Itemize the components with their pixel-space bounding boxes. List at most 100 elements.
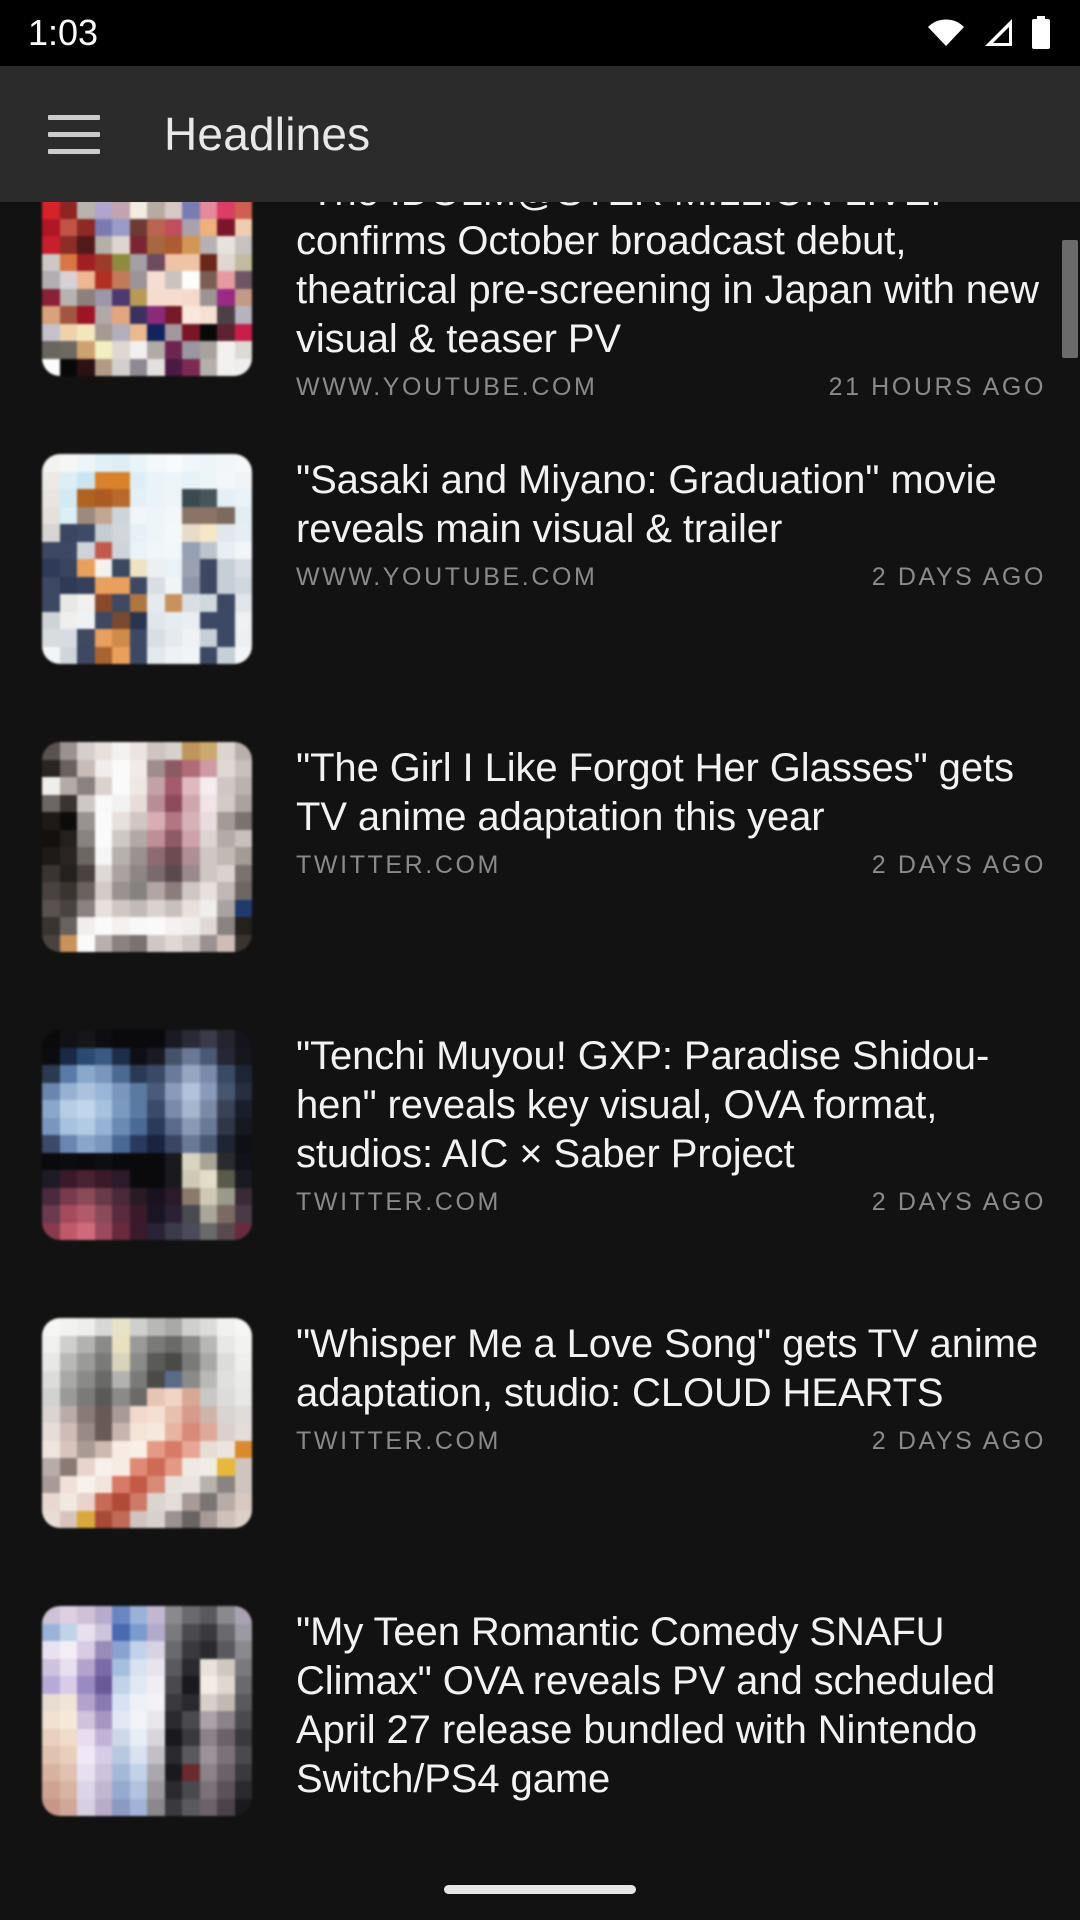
thumbnail-pixel: [199, 218, 217, 236]
thumbnail-pixel: [234, 506, 252, 524]
thumbnail-pixel: [77, 559, 95, 577]
thumbnail-pixel: [129, 559, 147, 577]
thumbnail-pixel: [164, 1658, 182, 1676]
thumbnail-pixel: [164, 1623, 182, 1641]
headlines-list[interactable]: "The IDOLM@STER MILLION LIVE!" confirms …: [0, 202, 1080, 1920]
thumbnail-pixel: [112, 1423, 130, 1441]
app-root: 1:03 Headlines confirms October broadcas…: [0, 0, 1080, 1920]
thumbnail-pixel: [164, 1763, 182, 1781]
article-list-item[interactable]: "Whisper Me a Love Song" gets TV anime a…: [0, 1292, 1080, 1580]
thumbnail-pixel: [182, 253, 200, 271]
thumbnail-pixel: [147, 777, 165, 795]
thumbnail-pixel: [199, 454, 217, 472]
thumbnail-pixel: [129, 1370, 147, 1388]
thumbnail-pixel: [147, 1658, 165, 1676]
thumbnail-pixel: [199, 1047, 217, 1065]
hamburger-menu-icon[interactable]: [22, 82, 126, 186]
thumbnail-pixel: [199, 899, 217, 917]
thumbnail-pixel: [129, 1763, 147, 1781]
article-headline[interactable]: "Sasaki and Miyano: Graduation" movie re…: [296, 456, 1046, 554]
thumbnail-pixel: [164, 742, 182, 760]
article-headline[interactable]: "The IDOLM@STER MILLION LIVE!" confirms …: [296, 202, 1046, 364]
article-timestamp: 2 DAYS AGO: [871, 851, 1046, 879]
thumbnail-pixel: [129, 323, 147, 341]
article-thumbnail[interactable]: [42, 742, 252, 952]
thumbnail-pixel: [199, 864, 217, 882]
thumbnail-pixel: [129, 271, 147, 289]
thumbnail-pixel: [129, 1065, 147, 1083]
thumbnail-pixel: [199, 1423, 217, 1441]
thumbnail-pixel: [147, 271, 165, 289]
thumbnail-pixel: [94, 1711, 112, 1729]
article-body: "The Girl I Like Forgot Her Glasses" get…: [296, 742, 1046, 880]
article-source: TWITTER.COM: [296, 1427, 501, 1455]
thumbnail-pixel: [199, 1475, 217, 1493]
article-thumbnail[interactable]: [42, 1030, 252, 1240]
thumbnail-pixel: [182, 934, 200, 952]
thumbnail-pixel: [164, 1353, 182, 1371]
thumbnail-pixel: [94, 812, 112, 830]
thumbnail-pixel: [147, 1746, 165, 1764]
thumbnail-pixel: [77, 1475, 95, 1493]
article-meta: WWW.YOUTUBE.COM 2 DAYS AGO: [296, 563, 1046, 592]
thumbnail-pixel: [94, 1135, 112, 1153]
thumbnail-pixel: [164, 1170, 182, 1188]
thumbnail-pixel: [217, 1641, 235, 1659]
article-thumbnail[interactable]: [42, 454, 252, 664]
thumbnail-pixel: [129, 306, 147, 324]
thumbnail-pixel: [147, 1676, 165, 1694]
thumbnail-pixel: [112, 1798, 130, 1816]
thumbnail-pixel: [129, 1187, 147, 1205]
thumbnail-pixel: [217, 759, 235, 777]
thumbnail-pixel: [94, 358, 112, 376]
thumbnail-pixel: [59, 1763, 77, 1781]
thumbnail-pixel: [164, 1711, 182, 1729]
article-list-item[interactable]: "The IDOLM@STER MILLION LIVE!" confirms …: [0, 202, 1080, 428]
thumbnail-pixel: [59, 1458, 77, 1476]
article-thumbnail[interactable]: [42, 202, 252, 376]
thumbnail-pixel: [234, 1798, 252, 1816]
article-list-item[interactable]: "Tenchi Muyou! GXP: Paradise Shidou-hen"…: [0, 1004, 1080, 1292]
thumbnail-pixel: [147, 1510, 165, 1528]
thumbnail-pixel: [182, 1065, 200, 1083]
thumbnail-pixel: [217, 524, 235, 542]
article-headline[interactable]: "Tenchi Muyou! GXP: Paradise Shidou-hen"…: [296, 1032, 1046, 1179]
thumbnail-pixel: [147, 1135, 165, 1153]
thumbnail-pixel: [77, 777, 95, 795]
thumbnail-pixel: [112, 1728, 130, 1746]
thumbnail-pixel: [59, 1065, 77, 1083]
article-list-item[interactable]: "The Girl I Like Forgot Her Glasses" get…: [0, 716, 1080, 1004]
thumbnail-pixel: [77, 1746, 95, 1764]
thumbnail-pixel: [77, 1170, 95, 1188]
thumbnail-pixel: [147, 253, 165, 271]
thumbnail-pixel: [234, 1728, 252, 1746]
thumbnail-pixel: [234, 1423, 252, 1441]
thumbnail-pixel: [59, 1318, 77, 1336]
thumbnail-pixel: [182, 506, 200, 524]
article-thumbnail[interactable]: [42, 1318, 252, 1528]
thumbnail-pixel: [94, 506, 112, 524]
thumbnail-pixel: [234, 629, 252, 647]
thumbnail-pixel: [182, 1711, 200, 1729]
article-list-item[interactable]: "My Teen Romantic Comedy SNAFU Climax" O…: [0, 1580, 1080, 1868]
thumbnail-pixel: [94, 1746, 112, 1764]
article-list-item[interactable]: "Sasaki and Miyano: Graduation" movie re…: [0, 428, 1080, 716]
thumbnail-pixel: [42, 1170, 60, 1188]
article-headline[interactable]: "My Teen Romantic Comedy SNAFU Climax" O…: [296, 1608, 1046, 1804]
thumbnail-pixel: [112, 777, 130, 795]
thumbnail-pixel: [217, 611, 235, 629]
article-headline[interactable]: "Whisper Me a Love Song" gets TV anime a…: [296, 1320, 1046, 1418]
thumbnail-pixel: [112, 742, 130, 760]
article-thumbnail[interactable]: [42, 1606, 252, 1816]
thumbnail-pixel: [147, 1458, 165, 1476]
thumbnail-pixel: [217, 506, 235, 524]
thumbnail-pixel: [129, 341, 147, 359]
thumbnail-pixel: [59, 829, 77, 847]
thumbnail-pixel: [112, 1711, 130, 1729]
thumbnail-pixel: [217, 1440, 235, 1458]
gesture-home-pill[interactable]: [444, 1884, 636, 1894]
thumbnail-pixel: [182, 1676, 200, 1694]
article-headline[interactable]: "The Girl I Like Forgot Her Glasses" get…: [296, 744, 1046, 842]
thumbnail-pixel: [147, 236, 165, 254]
thumbnail-pixel: [199, 1623, 217, 1641]
